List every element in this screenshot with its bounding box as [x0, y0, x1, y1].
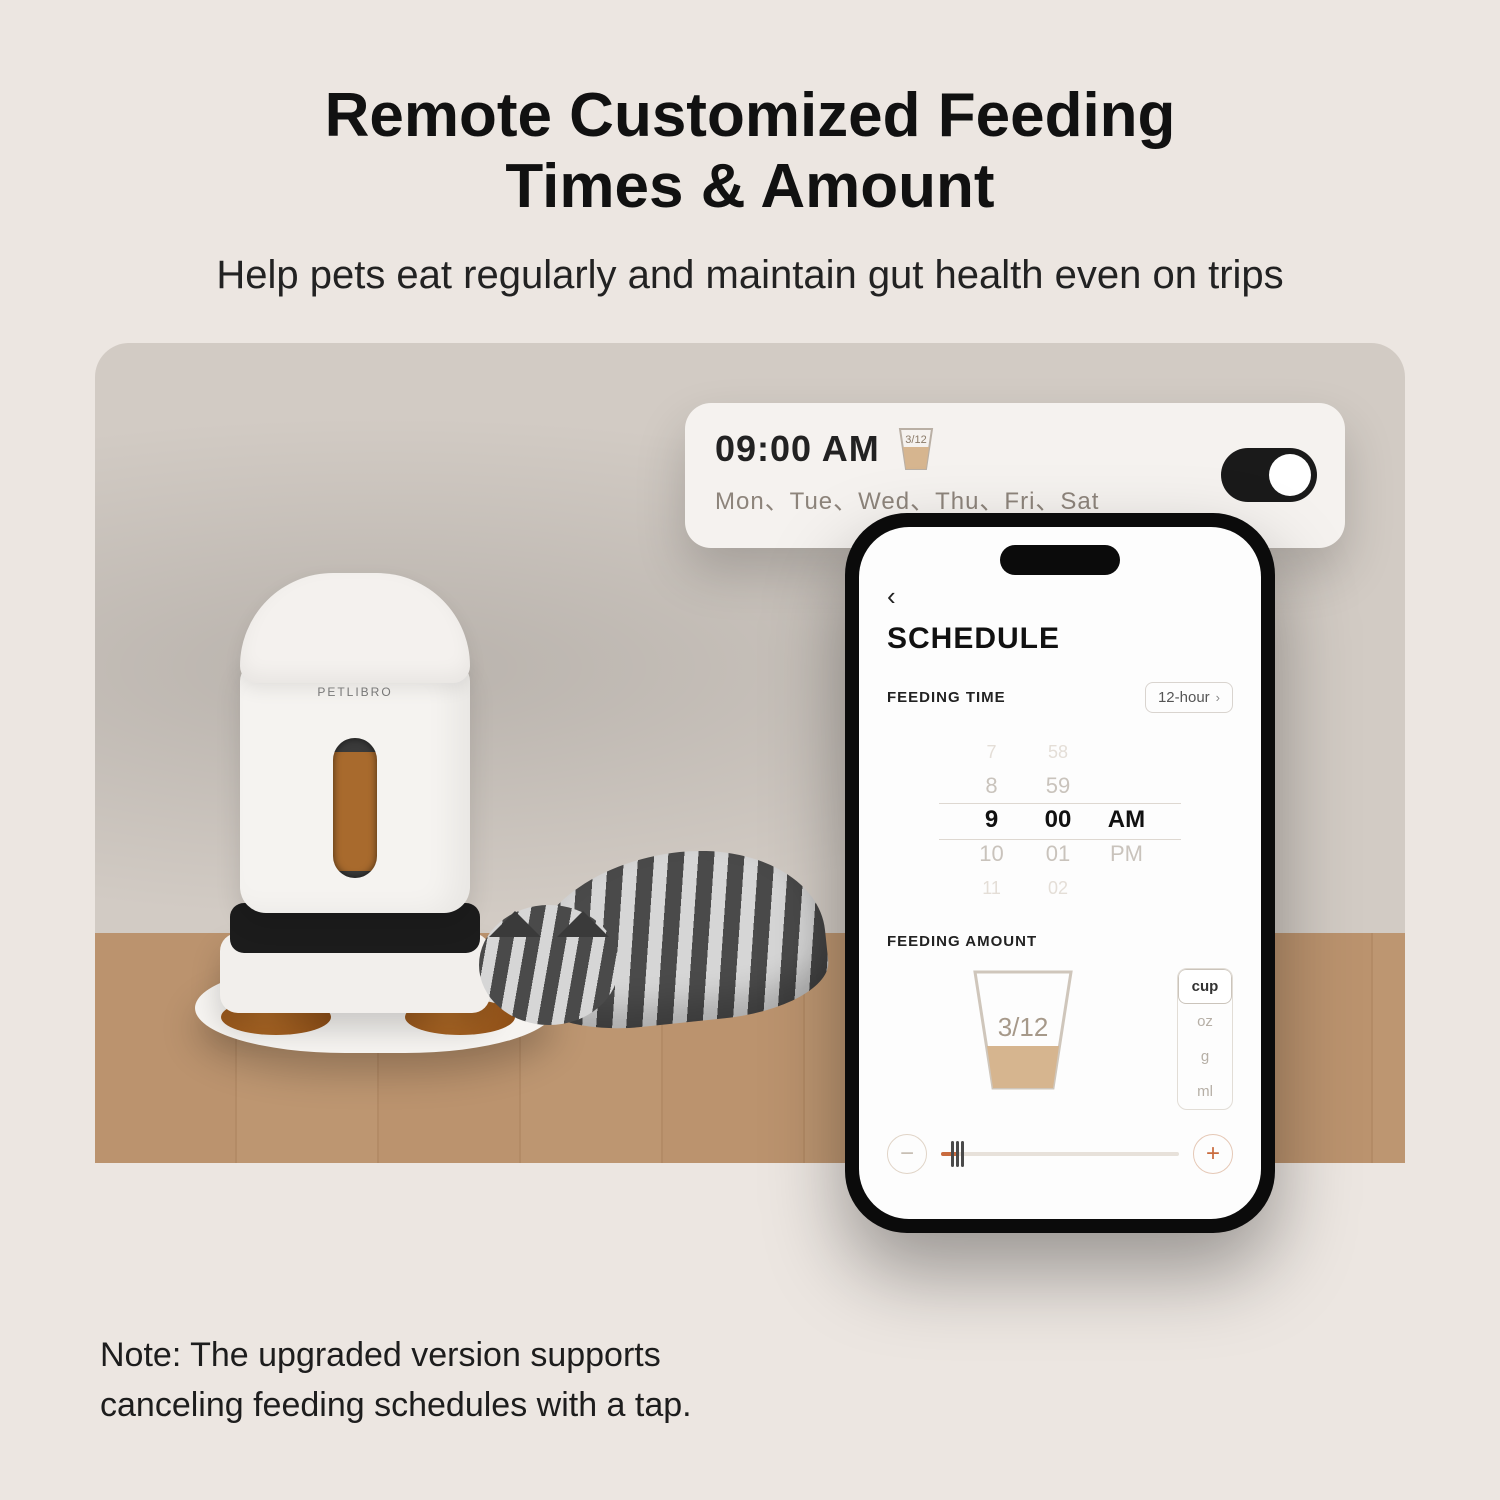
- svg-text:3/12: 3/12: [998, 1012, 1049, 1042]
- back-button[interactable]: ‹: [887, 581, 1233, 612]
- picker-value: 01: [1027, 837, 1089, 871]
- decrease-button[interactable]: −: [887, 1134, 927, 1174]
- picker-value: 10: [961, 837, 1023, 871]
- phone-notch: [1000, 545, 1120, 575]
- app-screen: ‹ SCHEDULE FEEDING TIME 12-hour › 7 8 9 …: [859, 527, 1261, 1219]
- time-format-value: 12-hour: [1158, 689, 1210, 706]
- feeding-amount-body: 3/12 cup oz g ml: [887, 968, 1233, 1110]
- time-picker[interactable]: 7 8 9 10 11 58 59 00 01 02 AM: [945, 735, 1175, 905]
- unit-option[interactable]: ml: [1178, 1074, 1232, 1109]
- picker-spacer: [1093, 769, 1159, 803]
- picker-value-selected: 9: [961, 803, 1023, 837]
- chevron-right-icon: ›: [1216, 690, 1220, 705]
- picker-divider: [939, 839, 1181, 840]
- unit-selector[interactable]: cup oz g ml: [1177, 968, 1233, 1110]
- increase-button[interactable]: +: [1193, 1134, 1233, 1174]
- feeding-time-label: FEEDING TIME: [887, 689, 1006, 706]
- ampm-column[interactable]: AM PM: [1093, 735, 1159, 905]
- portion-cup-icon: 3/12: [896, 427, 936, 471]
- cat-illustration: [485, 733, 905, 1043]
- unit-option[interactable]: cup: [1178, 969, 1232, 1004]
- time-format-chip[interactable]: 12-hour ›: [1145, 682, 1233, 713]
- feeding-amount-label: FEEDING AMOUNT: [887, 933, 1037, 950]
- unit-option[interactable]: oz: [1178, 1004, 1232, 1039]
- picker-spacer: [1093, 871, 1159, 905]
- picker-value: PM: [1093, 837, 1159, 871]
- cat-ear: [489, 885, 541, 937]
- picker-divider: [939, 803, 1181, 804]
- feeding-time-row: FEEDING TIME 12-hour ›: [887, 682, 1233, 713]
- amount-slider[interactable]: [941, 1152, 1179, 1156]
- picker-value-selected: AM: [1093, 803, 1159, 837]
- picker-spacer: [1093, 735, 1159, 769]
- svg-text:3/12: 3/12: [905, 434, 926, 446]
- plus-icon: +: [1206, 1140, 1220, 1168]
- subheadline: Help pets eat regularly and maintain gut…: [0, 243, 1500, 343]
- toggle-knob: [1269, 454, 1311, 496]
- portion-cup-large-icon: 3/12: [887, 968, 1159, 1093]
- cat-ear: [557, 885, 609, 937]
- screen-title: SCHEDULE: [887, 622, 1233, 656]
- feeder-brand-label: PETLIBRO: [205, 685, 505, 699]
- headline-line1: Remote Customized Feeding: [325, 81, 1176, 150]
- minus-icon: −: [900, 1140, 914, 1168]
- cat-head: [479, 905, 619, 1025]
- hero-image: PETLIBRO 09:00 AM 3/12 Mon、Tue、Wed、Thu、F…: [95, 343, 1405, 1163]
- feeder-lid: [240, 573, 470, 683]
- picker-value: 02: [1027, 871, 1089, 905]
- amount-slider-row: − +: [887, 1134, 1233, 1174]
- schedule-time: 09:00 AM: [715, 428, 880, 470]
- food-level-window: [333, 738, 377, 878]
- schedule-toggle[interactable]: [1221, 448, 1317, 502]
- chevron-left-icon: ‹: [887, 581, 896, 611]
- phone-mockup: ‹ SCHEDULE FEEDING TIME 12-hour › 7 8 9 …: [845, 513, 1275, 1233]
- footnote: Note: The upgraded version supports canc…: [100, 1331, 740, 1430]
- minute-column[interactable]: 58 59 00 01 02: [1027, 735, 1089, 905]
- headline-line2: Times & Amount: [505, 152, 994, 221]
- feeding-amount-row: FEEDING AMOUNT: [887, 933, 1233, 950]
- picker-value: 8: [961, 769, 1023, 803]
- picker-value-selected: 00: [1027, 803, 1089, 837]
- picker-value: 59: [1027, 769, 1089, 803]
- picker-value: 7: [961, 735, 1023, 769]
- pet-feeder-illustration: PETLIBRO: [205, 573, 505, 1043]
- picker-value: 11: [961, 871, 1023, 905]
- unit-option[interactable]: g: [1178, 1039, 1232, 1074]
- picker-value: 58: [1027, 735, 1089, 769]
- headline: Remote Customized Feeding Times & Amount: [0, 0, 1500, 243]
- hour-column[interactable]: 7 8 9 10 11: [961, 735, 1023, 905]
- slider-thumb[interactable]: [951, 1141, 965, 1167]
